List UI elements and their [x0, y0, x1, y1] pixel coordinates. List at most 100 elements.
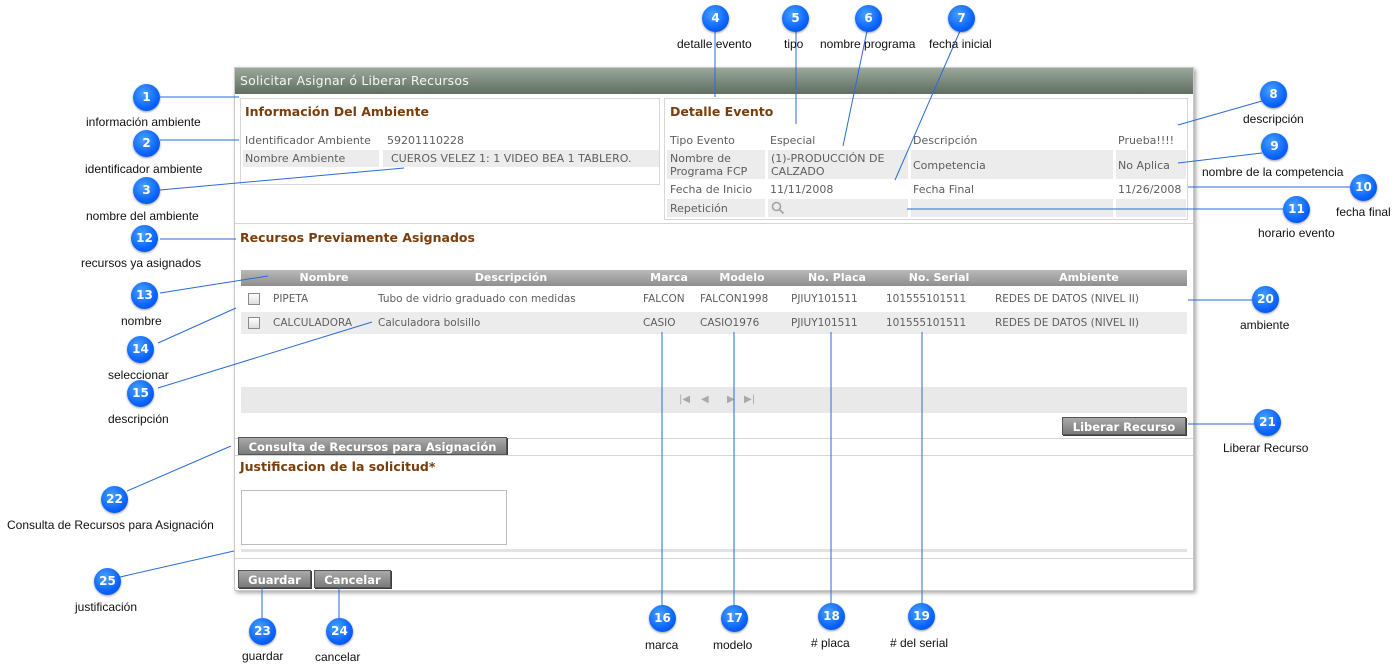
justificacion-textarea[interactable] [241, 490, 507, 545]
cell-descripcion: Tubo de vidrio graduado con medidas [378, 293, 576, 305]
callout-4: 4 [702, 5, 729, 32]
callout-23: 23 [249, 618, 276, 645]
callout-label-5: tipo [784, 37, 804, 51]
repeticion-label: Repetición [670, 202, 728, 215]
col-nombre[interactable]: Nombre [269, 270, 379, 286]
callout-label-7: fecha inicial [929, 37, 992, 51]
callout-label-25: justificación [75, 600, 138, 614]
next-page-icon[interactable]: ▶ [727, 394, 735, 406]
callout-19: 19 [908, 603, 935, 630]
row-checkbox[interactable] [248, 293, 260, 305]
cell-serial: 101555101511 [886, 317, 967, 329]
cell-ambiente: REDES DE DATOS (NIVEL II) [995, 317, 1140, 329]
tipo-evento-label: Tipo Evento [670, 134, 735, 147]
fecha-final-value: 11/26/2008 [1118, 183, 1182, 196]
ambiente-name-value: CUEROS VELEZ 1: 1 VIDEO BEA 1 TABLERO. [391, 152, 632, 165]
callout-25: 25 [94, 568, 121, 595]
cell-serial: 101555101511 [886, 293, 967, 305]
callout-label-11: horario evento [1258, 226, 1335, 240]
col-serial[interactable]: No. Serial [887, 270, 991, 286]
callout-7: 7 [948, 5, 975, 32]
col-placa[interactable]: No. Placa [787, 270, 887, 286]
col-ambiente[interactable]: Ambiente [991, 270, 1187, 286]
callout-24: 24 [326, 618, 353, 645]
callout-18: 18 [818, 603, 845, 630]
callout-label-10: fecha final [1336, 205, 1391, 219]
callout-label-1: información ambiente [86, 115, 201, 129]
guardar-button[interactable]: Guardar [238, 570, 311, 588]
cell-placa: PJIUY101511 [791, 293, 858, 305]
cancelar-button[interactable]: Cancelar [314, 570, 391, 588]
cell-modelo: FALCON1998 [700, 293, 769, 305]
callout-label-2: identificador ambiente [85, 162, 203, 176]
callout-14: 14 [127, 336, 154, 363]
callout-label-22: Consulta de Recursos para Asignación [7, 518, 214, 532]
evento-panel: Detalle Evento Tipo Evento Especial Desc… [664, 98, 1188, 220]
prev-page-icon[interactable]: ◀ [701, 394, 709, 406]
programa-label-1: Nombre de [670, 152, 731, 165]
callout-17: 17 [721, 605, 748, 632]
cell-nombre: PIPETA [273, 293, 309, 305]
tipo-evento-value: Especial [770, 134, 816, 147]
descripcion-label: Descripción [913, 134, 978, 147]
callout-label-21: Liberar Recurso [1223, 441, 1309, 455]
table-row[interactable]: PIPETA Tubo de vidrio graduado con medid… [241, 288, 1187, 310]
programa-value-1: (1)-PRODUCCIÓN DE [771, 152, 885, 165]
consulta-recursos-button[interactable]: Consulta de Recursos para Asignación [238, 437, 507, 455]
fecha-inicio-label: Fecha de Inicio [670, 183, 753, 196]
callout-22: 22 [101, 486, 128, 513]
ambiente-title: Información Del Ambiente [245, 104, 429, 119]
ambiente-name-label: Nombre Ambiente [245, 152, 346, 165]
grid-pager: |◀ ◀ ▶ ▶| [241, 387, 1187, 413]
col-marca[interactable]: Marca [641, 270, 697, 286]
callout-10: 10 [1350, 174, 1377, 201]
cell-placa: PJIUY101511 [791, 317, 858, 329]
callout-3: 3 [133, 177, 160, 204]
callout-16: 16 [649, 605, 676, 632]
table-row[interactable]: CALCULADORA Calculadora bolsillo CASIO C… [241, 312, 1187, 334]
callout-label-18: # placa [811, 636, 850, 650]
programa-label-2: Programa FCP [670, 165, 748, 178]
first-page-icon[interactable]: |◀ [679, 394, 690, 406]
callout-label-24: cancelar [315, 650, 361, 664]
callout-8: 8 [1260, 81, 1287, 108]
row-checkbox[interactable] [248, 317, 260, 329]
programa-value-2: CALZADO [771, 165, 825, 178]
cell-ambiente: REDES DE DATOS (NIVEL II) [995, 293, 1140, 305]
cell-marca: FALCON [643, 293, 685, 305]
descripcion-value: Prueba!!!! [1118, 134, 1175, 147]
ambiente-panel: Información Del Ambiente Identificador A… [240, 98, 660, 185]
callout-label-15: descripción [108, 412, 169, 426]
callout-5: 5 [782, 5, 809, 32]
callout-12: 12 [131, 225, 158, 252]
callout-11: 11 [1283, 196, 1310, 223]
recursos-grid-header: Nombre Descripción Marca Modelo No. Plac… [241, 270, 1187, 286]
callout-label-9: nombre de la competencia [1202, 165, 1344, 179]
liberar-recurso-button[interactable]: Liberar Recurso [1062, 417, 1186, 435]
ambiente-id-label: Identificador Ambiente [245, 134, 371, 147]
window-title-bar: Solicitar Asignar ó Liberar Recursos [235, 68, 1193, 94]
justificacion-title: Justificacion de la solicitud* [240, 459, 436, 474]
request-window: Solicitar Asignar ó Liberar Recursos Inf… [234, 67, 1194, 591]
callout-label-6: nombre programa [820, 37, 916, 51]
competencia-label: Competencia [913, 159, 986, 172]
col-modelo[interactable]: Modelo [697, 270, 787, 286]
col-descripcion[interactable]: Descripción [381, 270, 641, 286]
competencia-value: No Aplica [1118, 159, 1170, 172]
callout-label-12: recursos ya asignados [81, 256, 202, 270]
cell-modelo: CASIO1976 [700, 317, 760, 329]
cell-descripcion: Calculadora bolsillo [378, 317, 481, 329]
callout-label-16: marca [645, 638, 679, 652]
callout-15: 15 [127, 380, 154, 407]
callout-6: 6 [855, 5, 882, 32]
callout-2: 2 [133, 130, 160, 157]
search-icon[interactable] [771, 201, 785, 215]
callout-label-4: detalle evento [677, 37, 752, 51]
fecha-inicio-value: 11/11/2008 [770, 183, 834, 196]
cell-nombre: CALCULADORA [273, 317, 353, 329]
window-title: Solicitar Asignar ó Liberar Recursos [240, 73, 469, 88]
last-page-icon[interactable]: ▶| [744, 394, 755, 406]
callout-label-19: # del serial [890, 636, 949, 650]
ambiente-id-value: 59201110228 [387, 134, 464, 147]
callout-9: 9 [1261, 133, 1288, 160]
